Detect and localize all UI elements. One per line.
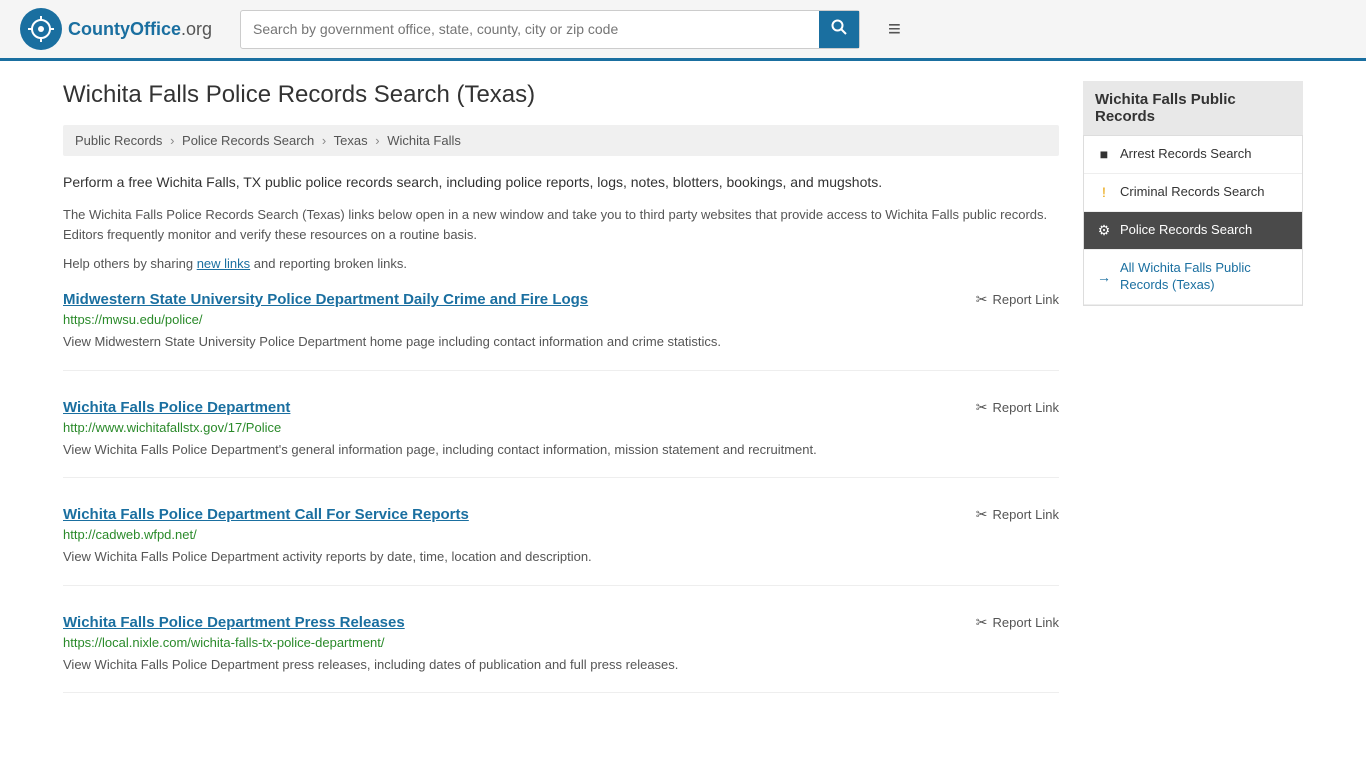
breadcrumb-police-records[interactable]: Police Records Search — [182, 133, 314, 148]
gear-icon: ⚙ — [1096, 222, 1112, 239]
help-text: Help others by sharing new links and rep… — [63, 256, 1059, 271]
result-url: https://local.nixle.com/wichita-falls-tx… — [63, 635, 1059, 650]
result-title[interactable]: Midwestern State University Police Depar… — [63, 291, 588, 308]
site-header: CountyOffice.org ≡ — [0, 0, 1366, 61]
sidebar-item-arrest-records[interactable]: ■ Arrest Records Search — [1084, 136, 1302, 174]
result-header: Wichita Falls Police Department ✂ Report… — [63, 399, 1059, 416]
report-link-button[interactable]: ✂ Report Link — [976, 399, 1059, 416]
result-title[interactable]: Wichita Falls Police Department Press Re… — [63, 614, 405, 631]
page-title: Wichita Falls Police Records Search (Tex… — [63, 81, 1059, 109]
breadcrumb-public-records[interactable]: Public Records — [75, 133, 162, 148]
result-title[interactable]: Wichita Falls Police Department Call For… — [63, 506, 469, 523]
search-input[interactable] — [241, 13, 819, 45]
exclamation-icon: ! — [1096, 184, 1112, 200]
description-1: Perform a free Wichita Falls, TX public … — [63, 172, 1059, 193]
result-desc: View Wichita Falls Police Department act… — [63, 547, 1059, 567]
report-label: Report Link — [993, 292, 1059, 307]
result-desc: View Wichita Falls Police Department pre… — [63, 655, 1059, 675]
content-area: Wichita Falls Police Records Search (Tex… — [63, 81, 1059, 721]
logo-area[interactable]: CountyOffice.org — [20, 8, 220, 50]
report-label: Report Link — [993, 615, 1059, 630]
report-icon: ✂ — [976, 399, 988, 416]
report-label: Report Link — [993, 507, 1059, 522]
search-button[interactable] — [819, 11, 859, 48]
sidebar-item-police-records[interactable]: ⚙ Police Records Search — [1084, 212, 1302, 250]
result-item: Wichita Falls Police Department Call For… — [63, 506, 1059, 586]
report-icon: ✂ — [976, 614, 988, 631]
result-desc: View Wichita Falls Police Department's g… — [63, 440, 1059, 460]
menu-button[interactable]: ≡ — [888, 16, 901, 42]
square-icon: ■ — [1096, 146, 1112, 162]
logo-icon — [20, 8, 62, 50]
result-header: Midwestern State University Police Depar… — [63, 291, 1059, 308]
breadcrumb-wichita-falls[interactable]: Wichita Falls — [387, 133, 461, 148]
report-link-button[interactable]: ✂ Report Link — [976, 614, 1059, 631]
result-desc: View Midwestern State University Police … — [63, 332, 1059, 352]
breadcrumb: Public Records › Police Records Search ›… — [63, 125, 1059, 156]
description-2: The Wichita Falls Police Records Search … — [63, 205, 1059, 244]
result-url: https://mwsu.edu/police/ — [63, 312, 1059, 327]
sidebar: Wichita Falls Public Records ■ Arrest Re… — [1083, 81, 1303, 721]
result-item: Wichita Falls Police Department ✂ Report… — [63, 399, 1059, 479]
report-icon: ✂ — [976, 291, 988, 308]
sidebar-item-all-records[interactable]: → All Wichita Falls Public Records (Texa… — [1084, 250, 1302, 305]
report-link-button[interactable]: ✂ Report Link — [976, 291, 1059, 308]
sidebar-item-label: Arrest Records Search — [1120, 146, 1290, 163]
search-bar[interactable] — [240, 10, 860, 49]
result-item: Midwestern State University Police Depar… — [63, 291, 1059, 371]
result-title[interactable]: Wichita Falls Police Department — [63, 399, 290, 416]
sidebar-item-label: Police Records Search — [1120, 222, 1290, 239]
sidebar-item-label: All Wichita Falls Public Records (Texas) — [1120, 260, 1290, 294]
report-label: Report Link — [993, 400, 1059, 415]
breadcrumb-texas[interactable]: Texas — [334, 133, 368, 148]
search-icon — [831, 19, 847, 35]
logo-suffix: .org — [181, 19, 212, 39]
logo-svg — [27, 15, 55, 43]
report-icon: ✂ — [976, 506, 988, 523]
main-container: Wichita Falls Police Records Search (Tex… — [43, 61, 1323, 741]
sidebar-nav: ■ Arrest Records Search ! Criminal Recor… — [1083, 135, 1303, 306]
result-url: http://www.wichitafallstx.gov/17/Police — [63, 420, 1059, 435]
result-url: http://cadweb.wfpd.net/ — [63, 527, 1059, 542]
arrow-icon: → — [1096, 269, 1112, 285]
result-item: Wichita Falls Police Department Press Re… — [63, 614, 1059, 694]
logo-name: CountyOffice — [68, 19, 181, 39]
sidebar-item-label: Criminal Records Search — [1120, 184, 1290, 201]
result-header: Wichita Falls Police Department Press Re… — [63, 614, 1059, 631]
report-link-button[interactable]: ✂ Report Link — [976, 506, 1059, 523]
logo-text: CountyOffice.org — [68, 19, 212, 40]
sidebar-title: Wichita Falls Public Records — [1083, 81, 1303, 135]
result-header: Wichita Falls Police Department Call For… — [63, 506, 1059, 523]
sidebar-item-criminal-records[interactable]: ! Criminal Records Search — [1084, 174, 1302, 212]
new-links[interactable]: new links — [197, 256, 250, 271]
